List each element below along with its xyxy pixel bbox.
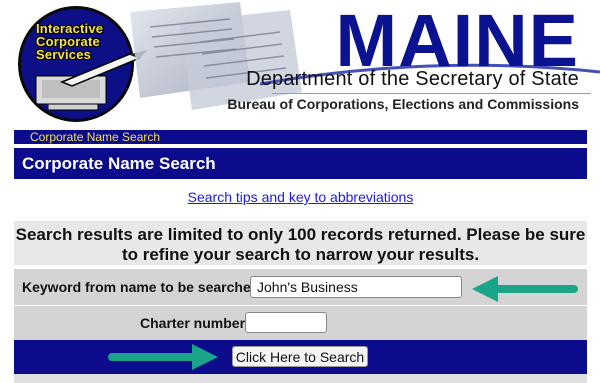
- footer-strip: [14, 374, 587, 383]
- header-banner: Interactive Corporate Services MAINE Dep…: [0, 0, 601, 128]
- results-limit-notice: Search results are limited to only 100 r…: [14, 221, 587, 265]
- charter-number-input[interactable]: [245, 312, 327, 333]
- header-divider: [272, 93, 591, 94]
- right-arrow-icon: [108, 344, 218, 370]
- page-title: Corporate Name Search: [14, 148, 587, 179]
- charter-label: Charter number:: [140, 315, 250, 331]
- left-arrow-icon: [472, 276, 578, 302]
- charter-row: Charter number:: [14, 306, 587, 340]
- department-title: Department of the Secretary of State: [246, 68, 579, 90]
- breadcrumb[interactable]: Corporate Name Search: [14, 130, 587, 144]
- keyword-label: Keyword from name to be searched:: [22, 279, 264, 295]
- bureau-title: Bureau of Corporations, Elections and Co…: [227, 96, 579, 112]
- search-button[interactable]: Click Here to Search: [232, 346, 368, 367]
- search-tips-link[interactable]: Search tips and key to abbreviations: [14, 189, 587, 205]
- search-row: Click Here to Search: [14, 340, 587, 374]
- keyword-input[interactable]: [250, 276, 462, 298]
- state-title: MAINE: [335, 0, 579, 82]
